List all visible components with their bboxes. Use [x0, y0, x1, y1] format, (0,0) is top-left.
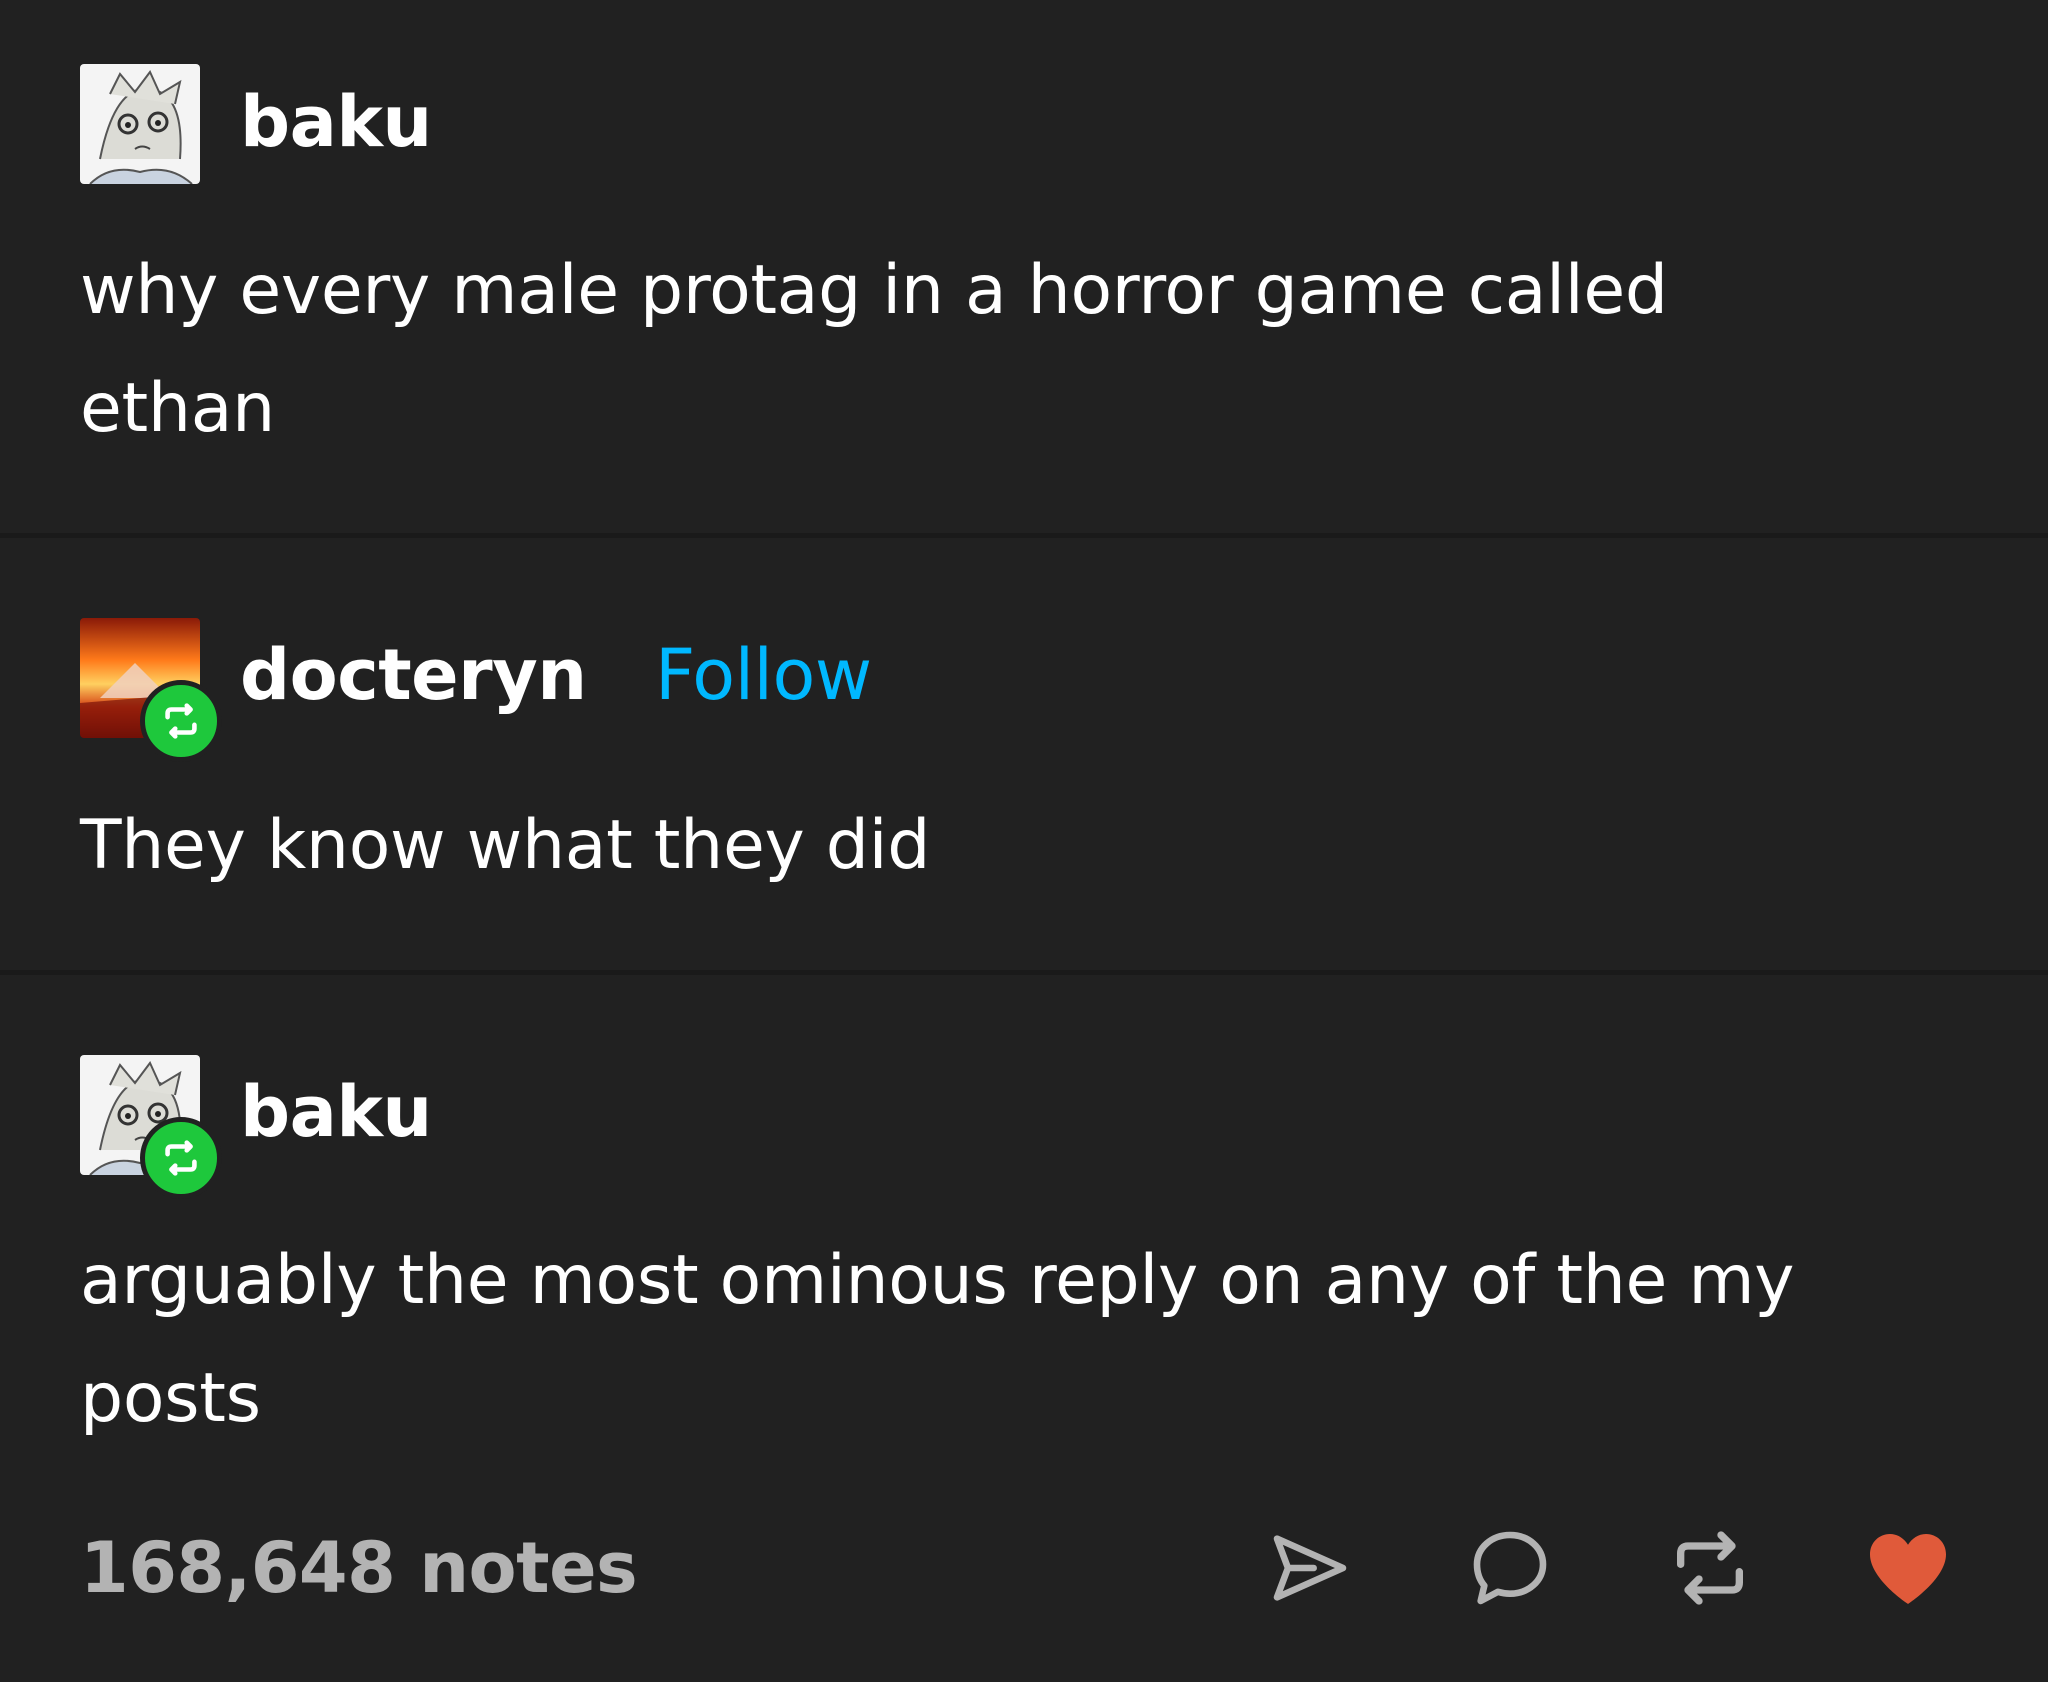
like-button[interactable]	[1860, 1520, 1956, 1616]
avatar-image	[80, 64, 200, 184]
reply-button[interactable]	[1462, 1520, 1558, 1616]
post-body-line: They know what they did	[80, 806, 931, 885]
reblog-badge	[140, 1117, 222, 1199]
share-icon	[1273, 1535, 1347, 1601]
avatar-baku[interactable]	[80, 1055, 222, 1199]
share-button[interactable]	[1262, 1520, 1358, 1616]
post-username[interactable]: docteryn	[240, 635, 587, 715]
post-original: baku why every male protag in a horror g…	[0, 0, 2048, 535]
reblog-icon	[1677, 1531, 1743, 1605]
like-icon	[1870, 1534, 1946, 1604]
reply-icon	[1473, 1531, 1547, 1605]
avatar-baku[interactable]	[80, 64, 200, 184]
post-username[interactable]: baku	[240, 1072, 432, 1152]
avatar-docteryn[interactable]	[80, 618, 222, 762]
reblog-badge	[140, 680, 222, 762]
notes-count[interactable]: 168,648 notes	[80, 1528, 638, 1608]
post-reblog: baku arguably the most ominous reply on …	[0, 975, 2048, 1535]
reblog-badge-icon	[165, 703, 197, 739]
post-body-line: arguably the most ominous reply on any o…	[80, 1241, 1795, 1320]
post-username[interactable]: baku	[240, 82, 432, 162]
post-body-line: posts	[80, 1359, 261, 1438]
post-body-line: why every male protag in a horror game c…	[80, 251, 1668, 330]
post-body-line: ethan	[80, 369, 275, 448]
reblog-badge-icon	[165, 1140, 197, 1176]
reblog-button[interactable]	[1662, 1520, 1758, 1616]
follow-button[interactable]: Follow	[655, 635, 872, 715]
post-reblog: docteryn Follow They know what they did	[0, 538, 2048, 973]
